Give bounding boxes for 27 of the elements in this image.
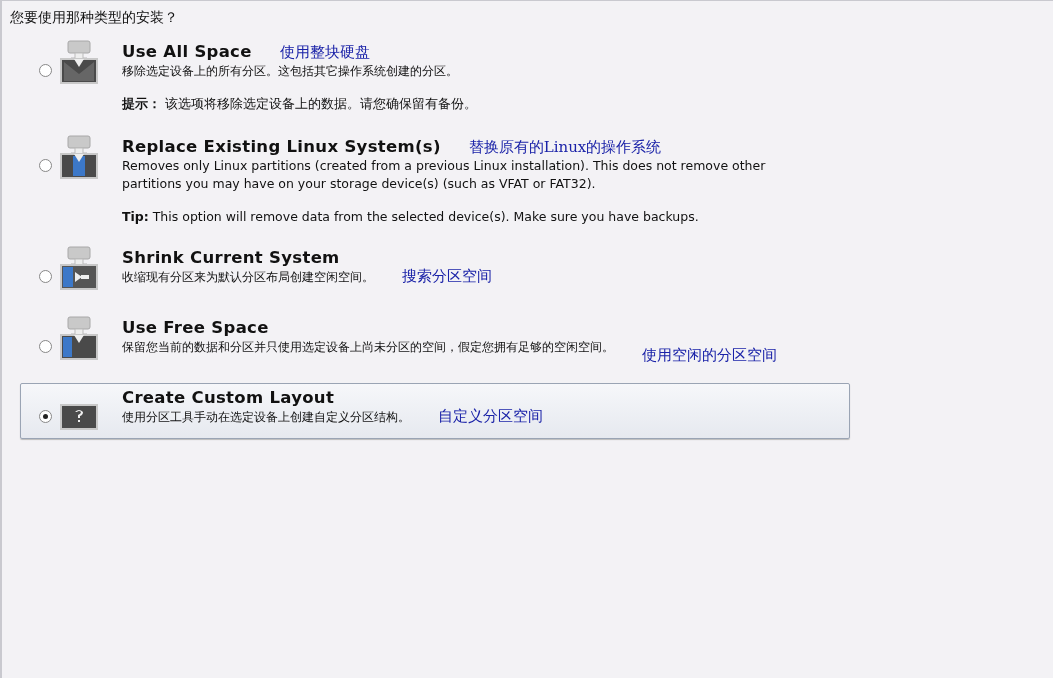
- disk-icon: [60, 40, 98, 84]
- annotation-note: 使用整块硬盘: [279, 43, 370, 62]
- radio-button[interactable]: [39, 410, 52, 423]
- page-heading: 您要使用那种类型的安装？: [10, 9, 179, 27]
- annotation-note: 替换原有的Linux的操作系统: [468, 138, 662, 157]
- disk-icon: [60, 135, 98, 179]
- annotation-note: 自定义分区空间: [438, 407, 543, 426]
- radio-button[interactable]: [39, 270, 52, 283]
- option-description: 移除选定设备上的所有分区。这包括其它操作系统创建的分区。: [122, 63, 458, 80]
- radio-button[interactable]: [39, 340, 52, 353]
- radio-button[interactable]: [39, 64, 52, 77]
- option-title: Shrink Current System: [122, 248, 340, 267]
- option-description: Removes only Linux partitions (created from a previous Linux installation). This does not remove other partitions you may have on your storage device(s) (such as VFAT or FAT32).: [122, 157, 767, 193]
- option-title: Use Free Space: [122, 318, 269, 337]
- option-title: Use All Space: [122, 42, 252, 61]
- tip-text: 提示： 该选项将移除选定设备上的数据。请您确保留有备份。: [122, 96, 478, 113]
- option-title: Create Custom Layout: [122, 388, 335, 407]
- radio-button[interactable]: [39, 159, 52, 172]
- option-description: 收缩现有分区来为默认分区布局创建空闲空间。: [122, 269, 374, 286]
- annotation-note: 搜索分区空间: [402, 267, 492, 286]
- annotation-note: 使用空闲的分区空间: [642, 346, 777, 365]
- tip-text: Tip: This option will remove data from the selected device(s). Make sure you have backups.: [122, 209, 700, 224]
- option-description: 使用分区工具手动在选定设备上创建自定义分区结构。: [122, 409, 410, 426]
- option-title: Replace Existing Linux System(s): [122, 137, 441, 156]
- disk-icon: [60, 246, 98, 290]
- option-description: 保留您当前的数据和分区并只使用选定设备上尚未分区的空间，假定您拥有足够的空闲空间。: [122, 339, 614, 356]
- disk-icon: [60, 316, 98, 360]
